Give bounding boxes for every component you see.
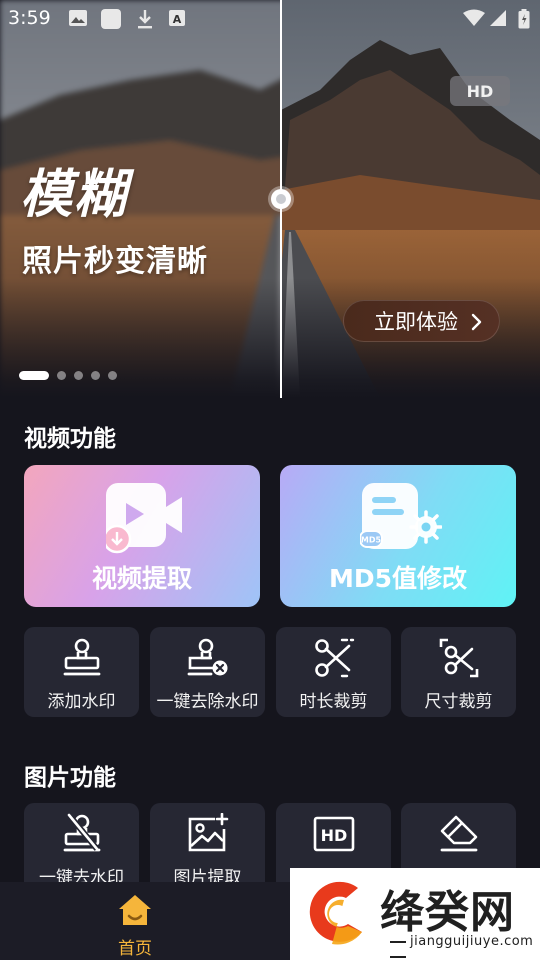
nav-home-tab[interactable]: 首页 [100, 890, 170, 959]
image-add-icon [188, 813, 229, 852]
status-bar: 3:59 A [0, 0, 540, 36]
battery-icon [518, 9, 530, 29]
pagination-dot-active[interactable] [19, 371, 49, 380]
crop-scissors-icon [439, 638, 479, 678]
pagination-dot[interactable] [108, 371, 117, 380]
pagination-dot[interactable] [91, 371, 100, 380]
eraser-icon [440, 815, 478, 852]
size-crop-label: 尺寸裁剪 [424, 692, 493, 712]
hd-badge: HD [450, 76, 510, 106]
md5-edit-icon: MD5 [360, 483, 442, 549]
video-section-title: 视频功能 [24, 426, 116, 452]
try-now-label: 立即体验 [374, 310, 458, 334]
add-watermark-button[interactable]: 添加水印 [24, 627, 139, 717]
md5-edit-card[interactable]: MD5 MD5值修改 [280, 465, 516, 607]
stamp-remove-icon [187, 638, 228, 676]
duration-trim-label: 时长裁剪 [299, 692, 368, 712]
video-extract-card[interactable]: 视频提取 [24, 465, 260, 607]
try-now-button[interactable]: 立即体验 [343, 300, 500, 342]
svg-text:MD5: MD5 [361, 536, 382, 545]
font-a-icon: A [169, 10, 185, 26]
nav-home-label: 首页 [118, 939, 152, 959]
stamp-strike-icon [63, 813, 101, 852]
add-watermark-label: 添加水印 [47, 692, 116, 712]
site-watermark: 绛癸网 jiangguijiuye.com [290, 868, 540, 960]
remove-watermark-label: 一键去除水印 [156, 692, 259, 712]
video-extract-icon [106, 483, 182, 554]
watermark-url: jiangguijiuye.com [386, 934, 540, 960]
app-square-icon [101, 9, 121, 29]
download-icon [138, 10, 152, 29]
banner-title: 模糊 [20, 165, 129, 225]
one-click-remove-watermark-button[interactable]: 一键去水印 [24, 803, 139, 893]
signal-icon [490, 10, 506, 26]
image-icon [69, 10, 87, 26]
banner-pagination [19, 371, 117, 380]
stamp-icon [63, 638, 101, 676]
watermark-logo-icon [309, 881, 362, 945]
hero-banner[interactable]: 模糊 照片秒变清晰 HD 立即体验 [0, 0, 540, 398]
svg-text:HD: HD [321, 826, 348, 845]
duration-trim-button[interactable]: 时长裁剪 [276, 627, 391, 717]
compare-handle[interactable] [271, 189, 291, 209]
pagination-dot[interactable] [74, 371, 83, 380]
remove-watermark-button[interactable]: 一键去除水印 [150, 627, 265, 717]
image-section-title: 图片功能 [24, 765, 116, 791]
scissors-icon [315, 638, 355, 678]
image-extract-button[interactable]: 图片提取 [150, 803, 265, 893]
hd-icon: HD [313, 816, 355, 852]
watermark-brand: 绛癸网 [380, 887, 515, 938]
wifi-icon [463, 9, 485, 26]
size-crop-button[interactable]: 尺寸裁剪 [401, 627, 516, 717]
pagination-dot[interactable] [57, 371, 66, 380]
home-icon [119, 895, 151, 925]
video-extract-label: 视频提取 [91, 564, 192, 593]
md5-edit-label: MD5值修改 [328, 564, 468, 593]
chevron-right-icon [471, 313, 482, 331]
status-time: 3:59 [8, 7, 51, 29]
svg-text:A: A [173, 13, 182, 26]
banner-subtitle: 照片秒变清晰 [22, 244, 208, 279]
